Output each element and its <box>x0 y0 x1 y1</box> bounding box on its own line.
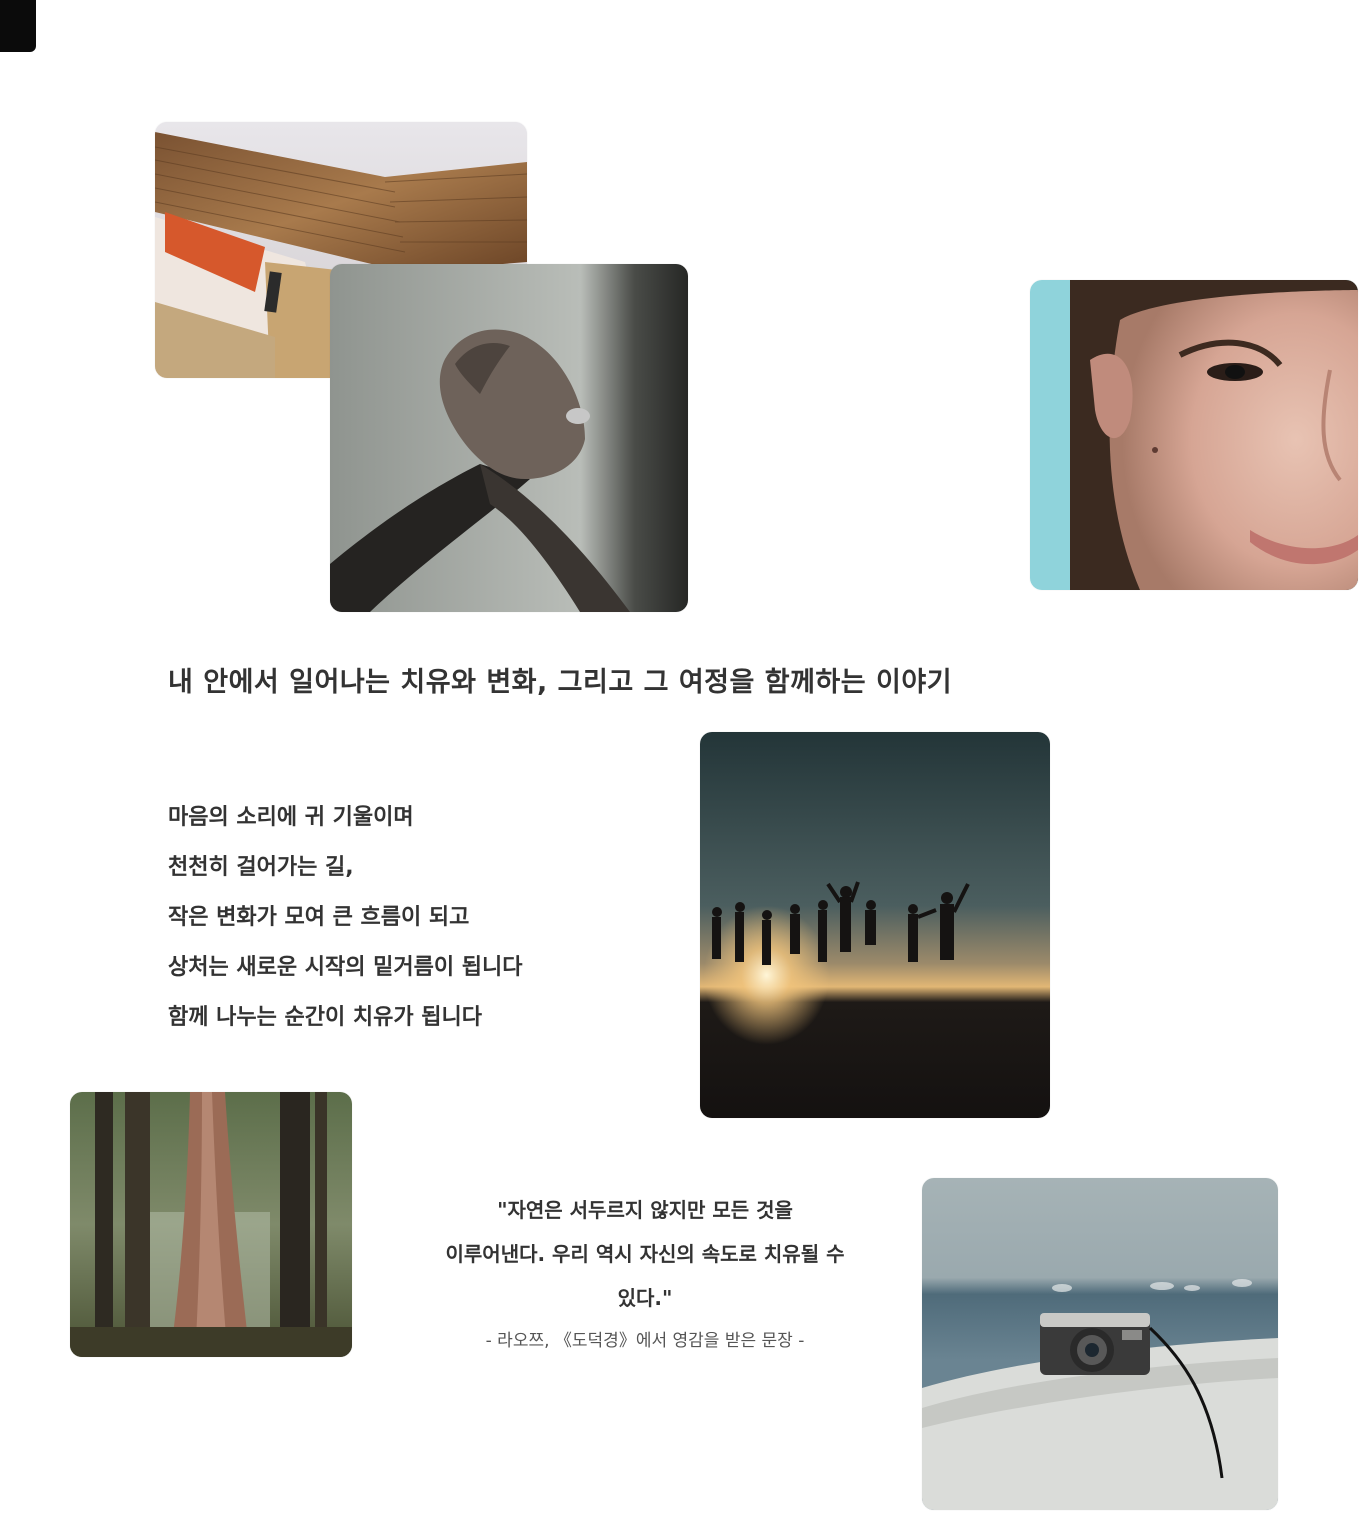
body-paragraph: 마음의 소리에 귀 기울이며 천천히 걸어가는 길, 작은 변화가 모여 큰 흐… <box>168 800 688 1050</box>
section-heading: 내 안에서 일어나는 치유와 변화, 그리고 그 여정을 함께하는 이야기 <box>168 667 953 698</box>
paragraph-line: 마음의 소리에 귀 기울이며 <box>168 805 414 830</box>
camera-on-ledge-photo <box>922 1178 1278 1510</box>
smiling-child-photo <box>1030 280 1358 590</box>
paragraph-line: 상처는 새로운 시작의 밑거름이 됩니다 <box>168 955 523 980</box>
sunset-jumping-people-photo <box>700 732 1050 1118</box>
quote-line: 이루어낸다. 우리 역시 자신의 속도로 치유될 수 <box>445 1242 845 1266</box>
quote-line: 있다." <box>617 1286 673 1310</box>
paragraph-line: 함께 나누는 순간이 치유가 됩니다 <box>168 1005 482 1030</box>
clasped-hands-photo <box>330 264 688 612</box>
quote-block: "자연은 서두르지 않지만 모든 것을 이루어낸다. 우리 역시 자신의 속도로… <box>395 1188 895 1351</box>
forest-trees-photo <box>70 1092 352 1357</box>
corner-shape <box>0 0 36 52</box>
quote-attribution: - 라오쯔, 《도덕경》에서 영감을 받은 문장 - <box>485 1331 805 1351</box>
paragraph-line: 천천히 걸어가는 길, <box>168 855 354 880</box>
quote-line: "자연은 서두르지 않지만 모든 것을 <box>497 1198 793 1222</box>
paragraph-line: 작은 변화가 모여 큰 흐름이 되고 <box>168 905 470 930</box>
